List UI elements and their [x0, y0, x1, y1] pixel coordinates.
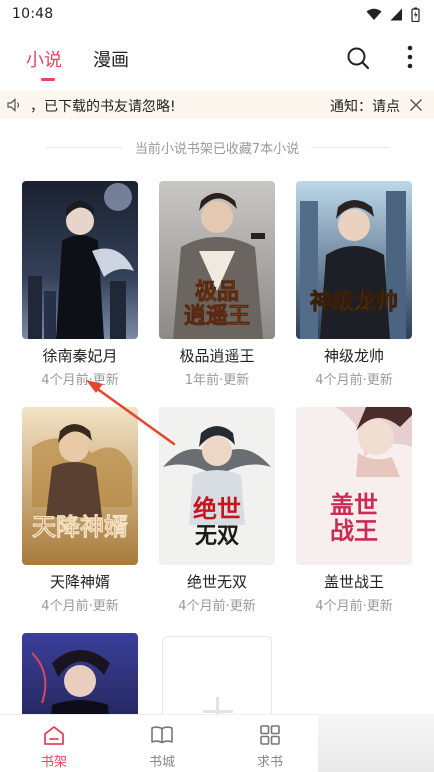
notice-text: ，已下载的书友请忽略! — [30, 99, 176, 115]
caption-divider-right — [311, 146, 390, 148]
nav-item-bookstore[interactable]: 书城 — [122, 715, 202, 772]
svg-text:逍遥王: 逍遥王 — [184, 304, 250, 329]
tab-comic[interactable]: 漫画 — [93, 46, 129, 72]
shelf-caption-text: 当前小说书架已收藏7本小说 — [134, 141, 300, 157]
svg-text:战王: 战王 — [330, 517, 378, 545]
book-title: 盖世战王 — [323, 573, 384, 591]
book-item[interactable]: 徐南秦妃月 4个月前·更新 — [22, 181, 138, 388]
nav-label-request-book: 求书 — [256, 755, 283, 770]
bottom-nav: 书架 书城 求书 — [0, 714, 318, 772]
notice-bar: ，已下载的书友请忽略! 通知：请点 — [0, 91, 434, 119]
book-meta: 4个月前·更新 — [178, 599, 256, 614]
wifi-icon — [366, 8, 382, 20]
status-time: 10:48 — [12, 6, 54, 22]
shelf-caption: 当前小说书架已收藏7本小说 — [0, 136, 434, 158]
watermark-area — [318, 714, 434, 772]
book-item[interactable]: 极品 逍遥王 极品逍遥王 1年前·更新 — [159, 181, 275, 388]
nav-item-request-book[interactable]: 求书 — [230, 715, 310, 772]
book-cover[interactable] — [22, 181, 138, 339]
top-header: 小说 漫画 — [0, 28, 434, 88]
book-cover[interactable]: 盖世 战王 — [296, 407, 412, 565]
nav-label-bookstore: 书城 — [148, 755, 175, 770]
notice-label[interactable]: 通知：请点 — [330, 96, 400, 116]
speaker-icon — [7, 98, 20, 112]
nav-label-bookshelf: 书架 — [40, 755, 67, 770]
svg-text:神级龙帅: 神级龙帅 — [310, 289, 398, 315]
caption-divider-left — [44, 146, 123, 148]
active-tab-indicator — [41, 78, 55, 81]
grid-icon — [260, 725, 280, 745]
status-bar: 10:48 — [0, 0, 434, 28]
book-title: 徐南秦妃月 — [42, 347, 118, 365]
book-item[interactable]: 绝世 无双 绝世无双 4个月前·更新 — [159, 407, 275, 614]
tab-novel[interactable]: 小说 — [26, 46, 62, 72]
svg-text:绝世: 绝世 — [193, 495, 241, 523]
close-icon[interactable] — [408, 97, 424, 113]
bookshelf-icon — [44, 726, 64, 745]
book-cover[interactable]: 绝世 无双 — [159, 407, 275, 565]
book-cover[interactable]: 极品 逍遥王 — [159, 181, 275, 339]
svg-text:天降神婿: 天降神婿 — [32, 513, 128, 541]
book-title: 绝世无双 — [186, 573, 247, 591]
status-icons — [366, 7, 420, 22]
book-title: 神级龙帅 — [323, 347, 384, 365]
book-meta: 4个月前·更新 — [315, 373, 393, 388]
book-meta: 1年前·更新 — [184, 373, 250, 388]
book-icon — [151, 726, 173, 744]
svg-text:无双: 无双 — [195, 524, 239, 549]
book-cover[interactable]: 天降神婿 — [22, 407, 138, 565]
book-item[interactable]: 神级龙帅 神级龙帅 4个月前·更新 — [296, 181, 412, 388]
book-title: 天降神婿 — [49, 573, 110, 591]
book-cover[interactable]: 神级龙帅 — [296, 181, 412, 339]
book-item[interactable]: 天降神婿 天降神婿 4个月前·更新 — [22, 407, 138, 614]
book-meta: 4个月前·更新 — [315, 599, 393, 614]
nav-item-bookshelf[interactable]: 书架 — [14, 715, 94, 772]
book-item[interactable]: 盖世 战王 盖世战王 4个月前·更新 — [296, 407, 412, 614]
battery-icon — [411, 7, 420, 22]
svg-text:盖世: 盖世 — [330, 491, 378, 519]
book-title: 极品逍遥王 — [179, 347, 255, 365]
book-meta: 4个月前·更新 — [41, 599, 119, 614]
signal-icon — [390, 8, 402, 20]
more-vertical-icon[interactable] — [400, 44, 420, 70]
book-meta: 4个月前·更新 — [41, 373, 119, 388]
search-icon[interactable] — [346, 46, 370, 70]
svg-text:极品: 极品 — [195, 280, 239, 305]
